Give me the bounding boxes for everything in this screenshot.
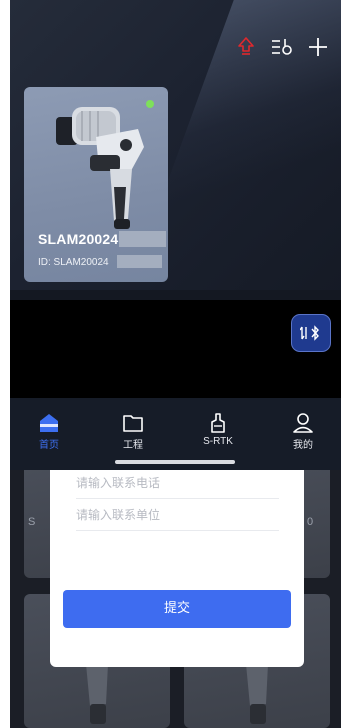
device-card[interactable]: SLAM20024 ID: SLAM20024 [24, 87, 168, 282]
hero-band [10, 290, 341, 300]
user-icon [293, 413, 313, 433]
add-icon[interactable] [307, 36, 329, 58]
tab-label: S-RTK [203, 436, 233, 447]
device-name: SLAM20024 [38, 231, 119, 247]
hero-background: SLAM20024 ID: SLAM20024 [10, 0, 341, 300]
folder-icon [123, 415, 143, 432]
device-id: ID: SLAM20024 [38, 257, 109, 268]
redaction-mask [117, 255, 162, 268]
background-card-text: 0 [307, 516, 314, 528]
redaction-mask [119, 231, 166, 247]
contact-phone-input[interactable]: 请输入联系电话 [76, 470, 279, 499]
scanner-thumbnail [246, 664, 268, 724]
home-indicator [115, 460, 235, 464]
top-toolbar [235, 36, 329, 58]
tab-label: 我的 [293, 440, 313, 451]
contact-form-screen: S 0 请输入联系电话 请输入联系单位 提交 [10, 470, 341, 728]
submit-button[interactable]: 提交 [63, 590, 291, 628]
home-screen: SLAM20024 ID: SLAM20024 首页 工程 S-RTK 我的 [10, 0, 341, 470]
tab-mine[interactable]: 我的 [268, 412, 338, 451]
bluetooth-button[interactable] [291, 314, 331, 352]
phone-placeholder: 请输入联系电话 [76, 476, 161, 490]
scanner-thumbnail [86, 664, 108, 724]
upgrade-arrow-icon[interactable] [235, 36, 257, 58]
bottom-tab-bar: 首页 工程 S-RTK 我的 [10, 398, 341, 470]
filter-settings-icon[interactable] [271, 36, 293, 58]
tab-label: 首页 [39, 440, 59, 451]
tab-s-rtk[interactable]: S-RTK [183, 412, 253, 447]
rtk-device-icon [211, 413, 225, 433]
tab-project[interactable]: 工程 [98, 412, 168, 451]
tab-label: 工程 [123, 440, 143, 451]
background-card-text: S [28, 516, 36, 528]
bluetooth-switch-icon [300, 325, 319, 341]
slam-scanner-image [56, 107, 144, 229]
contact-company-input[interactable]: 请输入联系单位 [76, 502, 279, 531]
company-placeholder: 请输入联系单位 [76, 508, 161, 522]
tab-home[interactable]: 首页 [14, 412, 84, 451]
home-icon [40, 414, 58, 432]
hero-glow [160, 0, 341, 200]
contact-form-modal: 请输入联系电话 请输入联系单位 提交 [50, 470, 304, 667]
